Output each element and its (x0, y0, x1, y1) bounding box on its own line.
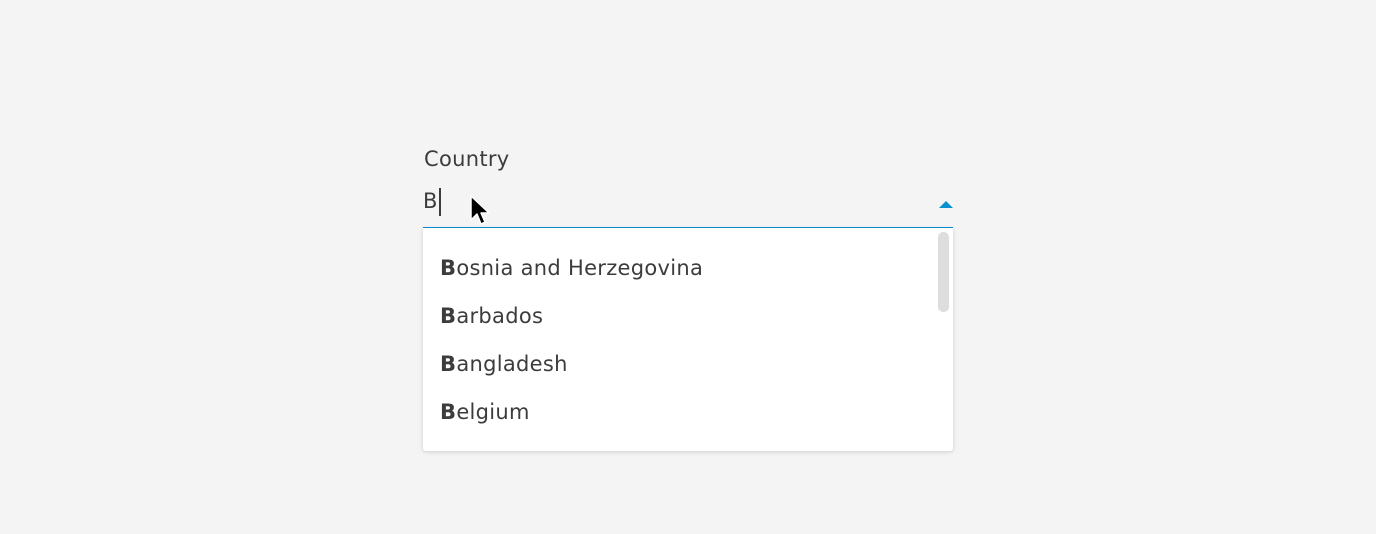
list-item[interactable]: Barbados (440, 302, 543, 330)
country-label: Country (424, 147, 510, 171)
country-input-value: B (423, 189, 438, 213)
list-item[interactable]: Bosnia and Herzegovina (440, 254, 703, 282)
country-dropdown-list: Bosnia and Herzegovina Barbados Banglade… (423, 228, 953, 451)
list-item[interactable]: Bangladesh (440, 350, 568, 378)
text-caret (439, 188, 441, 216)
scrollbar[interactable] (938, 232, 949, 447)
list-item[interactable]: Belgium (440, 398, 530, 426)
scrollbar-thumb[interactable] (938, 232, 949, 312)
arrow-up-icon[interactable] (939, 201, 953, 208)
country-input[interactable]: B (423, 186, 953, 229)
